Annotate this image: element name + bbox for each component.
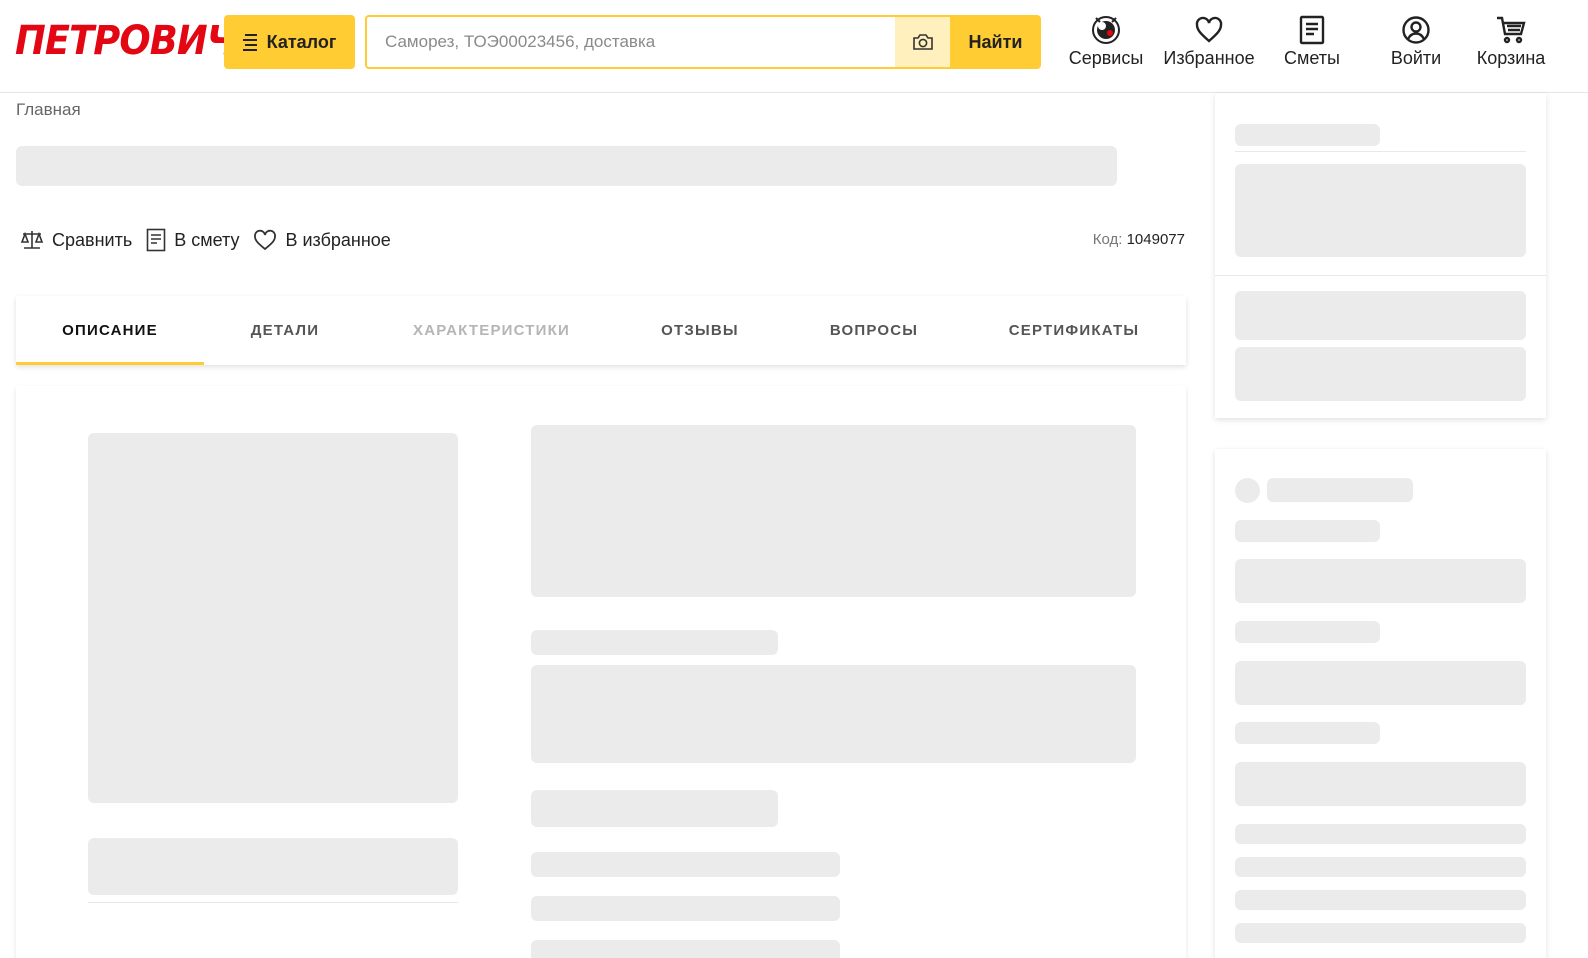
text-line-skeleton (1235, 722, 1380, 744)
button-skeleton (1235, 347, 1526, 401)
heart-icon (254, 229, 277, 251)
text-block-skeleton (531, 665, 1136, 763)
favorite-label: В избранное (285, 229, 391, 250)
user-icon (1402, 16, 1430, 44)
nav-estimates[interactable]: Сметы (1282, 14, 1342, 74)
nav-favorites-label: Избранное (1163, 48, 1255, 68)
nav-login-label: Войти (1390, 48, 1442, 68)
cart-icon (1497, 16, 1526, 44)
avatar-skeleton (1235, 478, 1260, 503)
photo-search-button[interactable] (895, 17, 950, 67)
tab-characteristics[interactable]: ХАРАКТЕРИСТИКИ (366, 296, 617, 365)
document-icon (1299, 15, 1325, 45)
nav-favorites[interactable]: Избранное (1162, 14, 1256, 74)
buy-block-skeleton (1235, 164, 1526, 257)
product-actions: Сравнить В смету В избранное (20, 226, 405, 254)
product-code-label: Код: (1092, 231, 1123, 248)
add-to-favorites-button[interactable]: В избранное (253, 229, 391, 251)
heart-icon (1195, 16, 1223, 43)
scales-icon (20, 231, 44, 249)
divider (1235, 151, 1526, 152)
nav-cart[interactable]: Корзина (1474, 14, 1548, 74)
nav-services-label: Сервисы (1068, 48, 1144, 68)
text-line-skeleton (531, 790, 778, 827)
menu-icon (242, 33, 257, 51)
divider (1215, 275, 1546, 276)
text-line-skeleton (1235, 520, 1380, 542)
tab-certificates[interactable]: СЕРТИФИКАТЫ (965, 296, 1183, 365)
services-icon (1092, 16, 1120, 44)
text-line-skeleton (1235, 824, 1526, 844)
text-line-skeleton (1267, 478, 1413, 502)
nav-estimates-label: Сметы (1284, 48, 1340, 68)
document-icon (146, 228, 166, 252)
title-skeleton (16, 146, 1117, 186)
text-line-skeleton (531, 630, 778, 655)
search-bar: Найти (365, 15, 1041, 69)
description-skeleton (531, 425, 1136, 597)
tab-reviews[interactable]: ОТЗЫВЫ (617, 296, 783, 365)
text-line-skeleton (531, 852, 840, 877)
price-skeleton (1235, 124, 1380, 146)
tab-description[interactable]: ОПИСАНИЕ (16, 296, 204, 365)
text-line-skeleton (1235, 923, 1526, 943)
product-code: Код: 1049077 (1093, 231, 1185, 248)
thumbnail-skeleton (88, 838, 458, 895)
estimate-label: В смету (174, 229, 240, 250)
nav-cart-label: Корзина (1476, 48, 1546, 68)
breadcrumb-home[interactable]: Главная (16, 100, 81, 120)
nav-services[interactable]: Сервисы (1068, 14, 1144, 74)
catalog-label: Каталог (266, 31, 337, 52)
product-tabs: ОПИСАНИЕ ДЕТАЛИ ХАРАКТЕРИСТИКИ ОТЗЫВЫ ВО… (16, 296, 1186, 365)
text-line-skeleton (531, 896, 840, 921)
text-line-skeleton (531, 940, 840, 958)
block-skeleton (1235, 661, 1526, 705)
compare-button[interactable]: Сравнить (20, 229, 132, 251)
search-submit-button[interactable]: Найти (950, 17, 1039, 67)
camera-icon (912, 34, 933, 50)
divider (88, 902, 458, 903)
tab-details[interactable]: ДЕТАЛИ (204, 296, 366, 365)
add-to-estimate-button[interactable]: В смету (146, 228, 239, 252)
button-skeleton (1235, 291, 1526, 340)
text-line-skeleton (1235, 890, 1526, 910)
image-skeleton (88, 433, 458, 803)
text-line-skeleton (1235, 857, 1526, 877)
block-skeleton (1235, 559, 1526, 603)
block-skeleton (1235, 762, 1526, 806)
text-line-skeleton (1235, 621, 1380, 643)
site-header: ПЕТРОВИЧ Каталог Найти Сервисы (0, 0, 1588, 93)
tab-questions[interactable]: ВОПРОСЫ (783, 296, 965, 365)
nav-login[interactable]: Войти (1388, 14, 1444, 74)
compare-label: Сравнить (52, 229, 133, 250)
product-code-value: 1049077 (1126, 231, 1185, 248)
site-logo[interactable]: ПЕТРОВИЧ (15, 14, 236, 68)
catalog-button[interactable]: Каталог (224, 15, 355, 69)
search-input[interactable] (367, 17, 895, 67)
